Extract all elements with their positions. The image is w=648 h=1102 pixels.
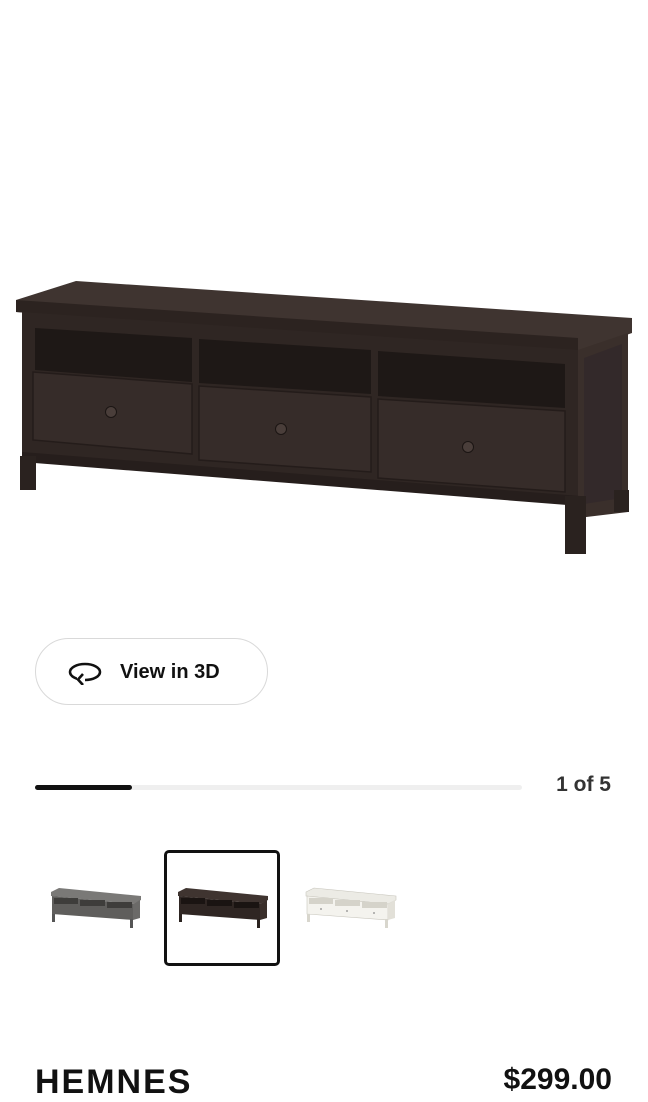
- thumbnail-white-stain[interactable]: [292, 850, 408, 966]
- gallery-progress-fill: [35, 785, 132, 790]
- product-hero-image[interactable]: [0, 0, 648, 600]
- tv-unit-thumbnail-white: [305, 887, 397, 928]
- thumbnail-gray-stained[interactable]: [37, 850, 153, 966]
- tv-unit-thumbnail-gray: [51, 888, 141, 928]
- tv-unit-illustration: [16, 281, 632, 554]
- tv-unit-thumbnail-black-brown: [178, 888, 268, 928]
- thumbnail-black-brown[interactable]: [164, 850, 280, 966]
- product-price: $299.00: [503, 1063, 612, 1096]
- gallery-progress-bar: [35, 785, 522, 790]
- product-name: HEMNES: [35, 1063, 193, 1101]
- rotate-3d-icon: [68, 662, 102, 685]
- view-in-3d-label: View in 3D: [120, 661, 220, 683]
- color-variant-thumbnails: [0, 846, 648, 972]
- view-in-3d-button[interactable]: View in 3D: [35, 638, 268, 705]
- gallery-page-counter: 1 of 5: [556, 773, 611, 796]
